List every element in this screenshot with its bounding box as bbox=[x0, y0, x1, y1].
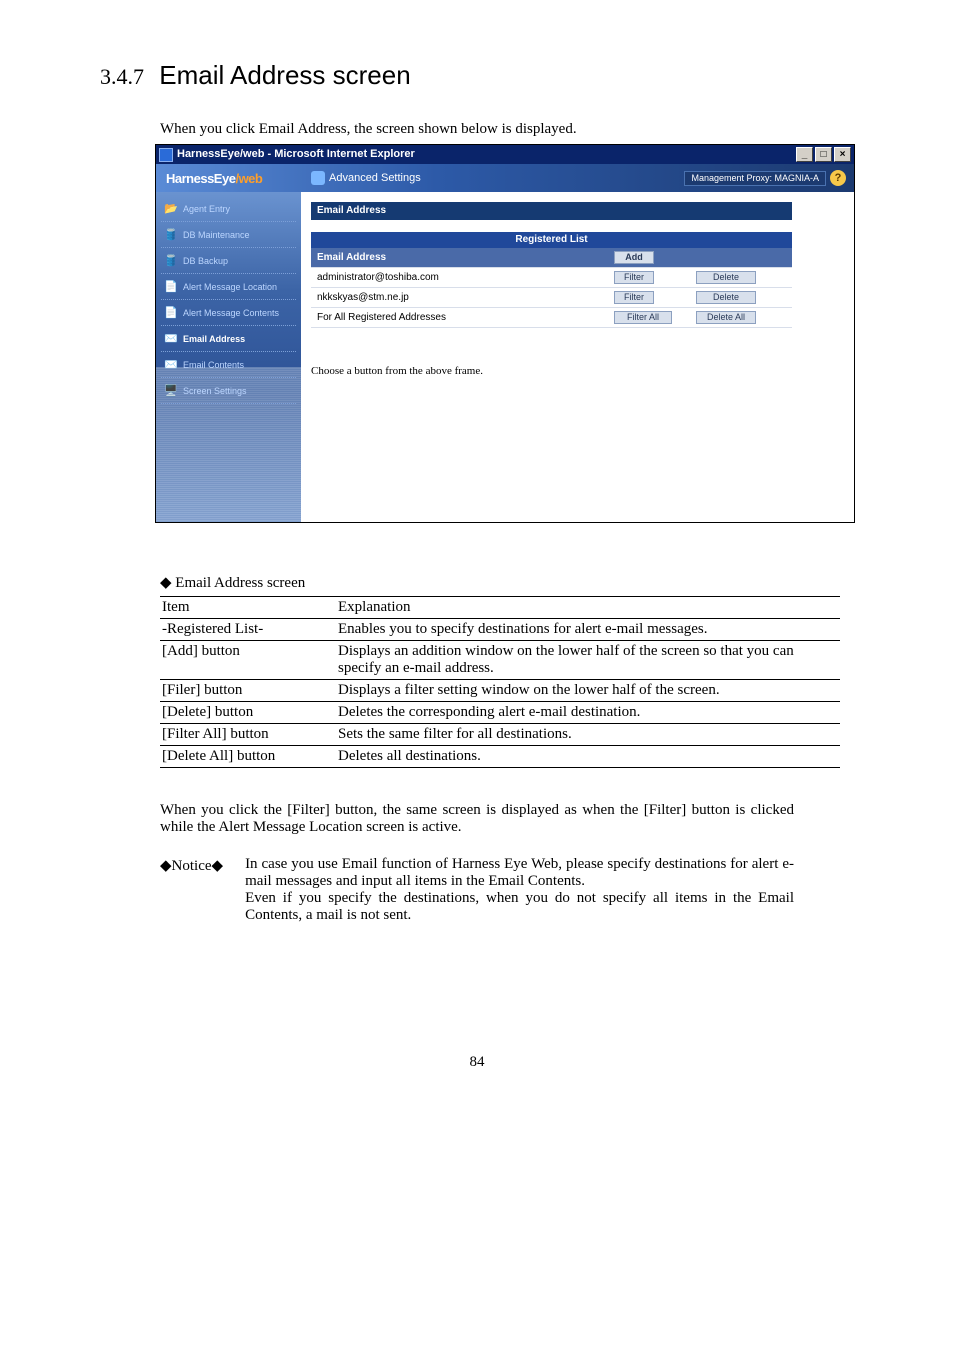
paragraph-filter-note: When you click the [Filter] button, the … bbox=[160, 802, 794, 836]
table-row-all: For All Registered Addresses Filter All … bbox=[311, 308, 792, 328]
proxy-label: Management Proxy: MAGNIA-A bbox=[684, 171, 826, 186]
sidebar-item-agent-entry[interactable]: 📂 Agent Entry bbox=[161, 200, 296, 222]
all-addresses-label: For All Registered Addresses bbox=[311, 308, 608, 328]
item-cell: [Add] button bbox=[160, 641, 336, 680]
item-cell: [Delete] button bbox=[160, 702, 336, 724]
expl-cell: Deletes the corresponding alert e-mail d… bbox=[336, 702, 840, 724]
maximize-button[interactable]: □ bbox=[815, 147, 832, 162]
page-number: 84 bbox=[100, 1054, 854, 1071]
screen-settings-icon: 🖥️ bbox=[163, 384, 179, 398]
minimize-button[interactable]: _ bbox=[796, 147, 813, 162]
document-page: 3.4.7 Email Address screen When you clic… bbox=[0, 0, 954, 1111]
expl-cell: Deletes all destinations. bbox=[336, 746, 840, 768]
explanation-table: Item Explanation -Registered List-Enable… bbox=[160, 596, 840, 768]
table-row: administrator@toshiba.com Filter Delete bbox=[311, 268, 792, 288]
intro-text: When you click Email Address, the screen… bbox=[160, 121, 854, 138]
item-cell: [Filter All] button bbox=[160, 724, 336, 746]
sidebar-item-screen-settings[interactable]: 🖥️ Screen Settings bbox=[161, 382, 296, 404]
table-row: nkkskyas@stm.ne.jp Filter Delete bbox=[311, 288, 792, 308]
col-header-explanation: Explanation bbox=[336, 597, 840, 619]
alert-contents-icon: 📄 bbox=[163, 306, 179, 320]
item-cell: -Registered List- bbox=[160, 619, 336, 641]
lower-frame-message: Choose a button from the above frame. bbox=[311, 366, 792, 377]
db-backup-icon: 🛢️ bbox=[163, 254, 179, 268]
col-header-email: Email Address bbox=[311, 248, 608, 268]
section-heading: 3.4.7 Email Address screen bbox=[100, 60, 854, 91]
app-header: HarnessEye/web Advanced Settings Managem… bbox=[156, 164, 854, 192]
delete-button[interactable]: Delete bbox=[696, 291, 756, 304]
filter-button[interactable]: Filter bbox=[614, 271, 654, 284]
panel-title: Email Address bbox=[311, 202, 792, 220]
email-address-icon: ✉️ bbox=[163, 332, 179, 346]
filter-button[interactable]: Filter bbox=[614, 291, 654, 304]
sidebar: 📂 Agent Entry 🛢️ DB Maintenance 🛢️ DB Ba… bbox=[156, 192, 301, 522]
add-button[interactable]: Add bbox=[614, 251, 654, 264]
delete-button[interactable]: Delete bbox=[696, 271, 756, 284]
expl-cell: Displays a filter setting window on the … bbox=[336, 680, 840, 702]
app-screenshot: HarnessEye/web - Microsoft Internet Expl… bbox=[155, 144, 855, 523]
notice-label: ◆Notice◆ bbox=[160, 856, 223, 924]
close-button[interactable]: × bbox=[834, 147, 851, 162]
email-contents-icon: ✉️ bbox=[163, 358, 179, 372]
app-logo: HarnessEye/web bbox=[156, 172, 311, 185]
expl-cell: Sets the same filter for all destination… bbox=[336, 724, 840, 746]
expl-cell: Enables you to specify destinations for … bbox=[336, 619, 840, 641]
advanced-settings-link[interactable]: Advanced Settings bbox=[311, 171, 421, 185]
notice-block: ◆Notice◆ In case you use Email function … bbox=[160, 856, 794, 924]
section-title: Email Address screen bbox=[159, 60, 410, 90]
window-title: HarnessEye/web - Microsoft Internet Expl… bbox=[177, 149, 415, 160]
sidebar-item-email-contents[interactable]: ✉️ Email Contents bbox=[161, 356, 296, 378]
delete-all-button[interactable]: Delete All bbox=[696, 311, 756, 324]
agent-icon: 📂 bbox=[163, 202, 179, 216]
item-cell: [Delete All] button bbox=[160, 746, 336, 768]
expl-cell: Displays an addition window on the lower… bbox=[336, 641, 840, 680]
item-cell: [Filer] button bbox=[160, 680, 336, 702]
section-number: 3.4.7 bbox=[100, 64, 144, 89]
filter-all-button[interactable]: Filter All bbox=[614, 311, 672, 324]
ie-icon bbox=[159, 148, 173, 162]
table-caption: ◆ Email Address screen bbox=[160, 573, 854, 592]
col-header-item: Item bbox=[160, 597, 336, 619]
email-cell: nkkskyas@stm.ne.jp bbox=[311, 288, 608, 308]
registered-list-table: Email Address Add administrator@toshiba.… bbox=[311, 248, 792, 328]
gear-icon bbox=[311, 171, 325, 185]
db-maintenance-icon: 🛢️ bbox=[163, 228, 179, 242]
notice-text: In case you use Email function of Harnes… bbox=[245, 856, 794, 924]
help-icon[interactable]: ? bbox=[830, 170, 846, 186]
main-panel: Email Address Registered List Email Addr… bbox=[301, 192, 854, 522]
alert-location-icon: 📄 bbox=[163, 280, 179, 294]
registered-list-header: Registered List bbox=[311, 232, 792, 248]
window-titlebar: HarnessEye/web - Microsoft Internet Expl… bbox=[156, 145, 854, 164]
sidebar-item-email-address[interactable]: ✉️ Email Address bbox=[161, 330, 296, 352]
sidebar-item-alert-contents[interactable]: 📄 Alert Message Contents bbox=[161, 304, 296, 326]
sidebar-item-db-backup[interactable]: 🛢️ DB Backup bbox=[161, 252, 296, 274]
sidebar-item-alert-location[interactable]: 📄 Alert Message Location bbox=[161, 278, 296, 300]
email-cell: administrator@toshiba.com bbox=[311, 268, 608, 288]
sidebar-item-db-maintenance[interactable]: 🛢️ DB Maintenance bbox=[161, 226, 296, 248]
